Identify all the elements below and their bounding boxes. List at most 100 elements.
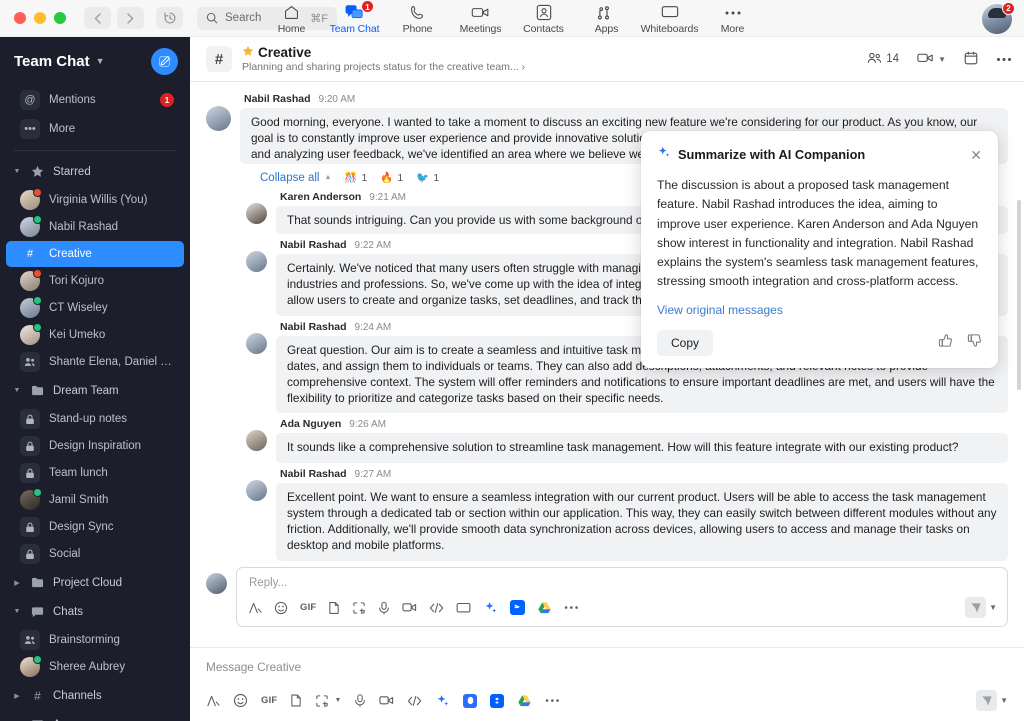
history-clock-icon (163, 12, 175, 24)
reply-input[interactable]: Reply... (237, 568, 1007, 594)
thumbs-down-icon[interactable] (967, 333, 982, 353)
thumbs-up-icon[interactable] (938, 333, 953, 353)
sidebar-item-label: More (49, 123, 76, 135)
sidebar-group-dream-team[interactable]: ▼ Dream Team (6, 377, 184, 404)
reply-input-box[interactable]: Reply... GIF ▼ (236, 567, 1008, 628)
nav-item-whiteboards[interactable]: Whiteboards (638, 0, 701, 35)
nav-item-phone[interactable]: Phone (386, 0, 449, 35)
nav-item-apps[interactable]: Apps (575, 0, 638, 35)
screenshot-icon[interactable]: ▼ (315, 692, 341, 710)
reaction-chip[interactable]: 🎊 1 (344, 171, 367, 185)
sidebar-scroll-area[interactable]: @ Mentions 1 ••• More ▼ Starred Virginia… (0, 85, 190, 721)
back-button[interactable] (84, 7, 111, 29)
box-icon[interactable] (463, 692, 478, 710)
minimize-window-button[interactable] (34, 12, 46, 24)
sidebar-item-tori-kojuro[interactable]: Tori Kojuro (6, 268, 184, 294)
sidebar-item-virginia-willis[interactable]: Virginia Willis (You) (6, 187, 184, 213)
avatar (206, 106, 231, 131)
video-message-icon[interactable] (379, 692, 394, 710)
history-button[interactable] (156, 7, 183, 29)
chevron-down-icon[interactable]: ▼ (989, 603, 997, 612)
send-button[interactable] (965, 597, 987, 619)
nav-item-contacts[interactable]: Contacts (512, 0, 575, 35)
close-window-button[interactable] (14, 12, 26, 24)
sidebar-item-social[interactable]: Social (6, 541, 184, 567)
compose-new-chat-button[interactable] (151, 47, 178, 75)
sidebar-group-chats[interactable]: ▼ Chats (6, 598, 184, 625)
nav-item-home[interactable]: Home (260, 0, 323, 35)
reply-send-group: ▼ (965, 597, 997, 619)
more-options-icon[interactable] (545, 692, 560, 710)
nav-item-meetings[interactable]: Meetings (449, 0, 512, 35)
whiteboard-icon[interactable] (456, 599, 471, 617)
code-snippet-icon[interactable] (429, 599, 444, 617)
sidebar-item-sheree-aubrey[interactable]: Sheree Aubrey (6, 654, 184, 680)
view-original-messages-link[interactable]: View original messages (657, 292, 783, 317)
chevron-down-icon[interactable]: ▼ (96, 56, 105, 66)
gif-icon[interactable]: GIF (300, 599, 316, 617)
nav-item-team-chat[interactable]: 1 Team Chat (323, 0, 386, 35)
sidebar-item-kei-umeko[interactable]: Kei Umeko (6, 322, 184, 348)
maximize-window-button[interactable] (54, 12, 66, 24)
sidebar-item-label: Nabil Rashad (49, 221, 119, 233)
sidebar-item-ct-wiseley[interactable]: CT Wiseley (6, 295, 184, 321)
avatar (20, 269, 42, 291)
sidebar-item-more[interactable]: ••• More (6, 115, 184, 143)
sidebar-item-jamil-smith[interactable]: Jamil Smith (6, 487, 184, 513)
profile-menu-button[interactable]: 2 (982, 2, 1015, 34)
google-drive-icon[interactable] (537, 599, 552, 617)
collapse-all-label: Collapse all (260, 171, 320, 184)
sidebar-item-nabil-rashad[interactable]: Nabil Rashad (6, 214, 184, 240)
emoji-icon[interactable] (233, 692, 248, 710)
sidebar-item-stand-up-notes[interactable]: Stand-up notes (6, 406, 184, 432)
sidebar-group-apps[interactable]: ▶ Apps (6, 711, 184, 721)
format-text-icon[interactable] (206, 692, 220, 710)
close-icon[interactable]: ✕ (970, 148, 982, 162)
sidebar-item-label: Sheree Aubrey (49, 661, 126, 673)
sidebar-item-team-lunch[interactable]: Team lunch (6, 460, 184, 486)
reaction-chip[interactable]: 🔥 1 (380, 171, 403, 185)
channel-members-button[interactable]: 14 (867, 52, 899, 67)
forward-button[interactable] (117, 7, 144, 29)
code-snippet-icon[interactable] (407, 692, 422, 710)
emoji-icon[interactable] (274, 599, 288, 617)
channel-video-button[interactable]: ▼ (917, 52, 946, 67)
sidebar-group-project-cloud[interactable]: ▶ Project Cloud (6, 569, 184, 596)
file-icon[interactable] (328, 599, 340, 617)
sidebar-item-creative[interactable]: # Creative (6, 241, 184, 267)
ai-companion-icon[interactable] (435, 692, 450, 710)
channel-more-button[interactable] (996, 53, 1012, 65)
send-button[interactable] (976, 690, 998, 711)
more-options-icon[interactable] (564, 599, 579, 617)
sidebar-item-label: Mentions (49, 94, 96, 106)
screenshot-icon[interactable] (352, 599, 366, 617)
nav-item-more[interactable]: More (701, 0, 764, 35)
gif-icon[interactable]: GIF (261, 692, 277, 710)
google-drive-icon[interactable] (517, 692, 532, 710)
channel-calendar-button[interactable] (964, 51, 978, 68)
sidebar-item-shante-elena-group[interactable]: Shante Elena, Daniel Bow... (6, 349, 184, 375)
message-input[interactable]: Message Creative (206, 660, 1008, 690)
ai-feedback-group (938, 333, 982, 353)
dropbox-icon[interactable] (490, 692, 505, 710)
sidebar-item-brainstorming[interactable]: Brainstorming (6, 627, 184, 653)
nav-buttons (84, 7, 144, 29)
chevron-down-icon[interactable]: ▼ (1000, 696, 1008, 705)
sidebar-item-mentions[interactable]: @ Mentions 1 (6, 86, 184, 114)
sidebar-group-channels[interactable]: ▶ # Channels (6, 682, 184, 709)
audio-message-icon[interactable] (354, 692, 366, 710)
reaction-chip[interactable]: 🐦 1 (416, 171, 439, 185)
copy-button[interactable]: Copy (657, 329, 714, 356)
channel-description[interactable]: Planning and sharing projects status for… (242, 61, 525, 73)
file-icon[interactable] (290, 692, 302, 710)
audio-message-icon[interactable] (378, 599, 390, 617)
collapse-all-button[interactable]: Collapse all ▲ (260, 172, 331, 184)
message-scrollbar[interactable] (1017, 200, 1021, 390)
dropbox-icon[interactable] (510, 599, 526, 617)
ai-companion-icon[interactable] (483, 599, 498, 617)
sidebar-item-design-sync[interactable]: Design Sync (6, 514, 184, 540)
sidebar-item-design-inspiration[interactable]: Design Inspiration (6, 433, 184, 459)
video-message-icon[interactable] (402, 599, 417, 617)
format-text-icon[interactable] (248, 599, 262, 617)
sidebar-group-starred[interactable]: ▼ Starred (6, 158, 184, 185)
